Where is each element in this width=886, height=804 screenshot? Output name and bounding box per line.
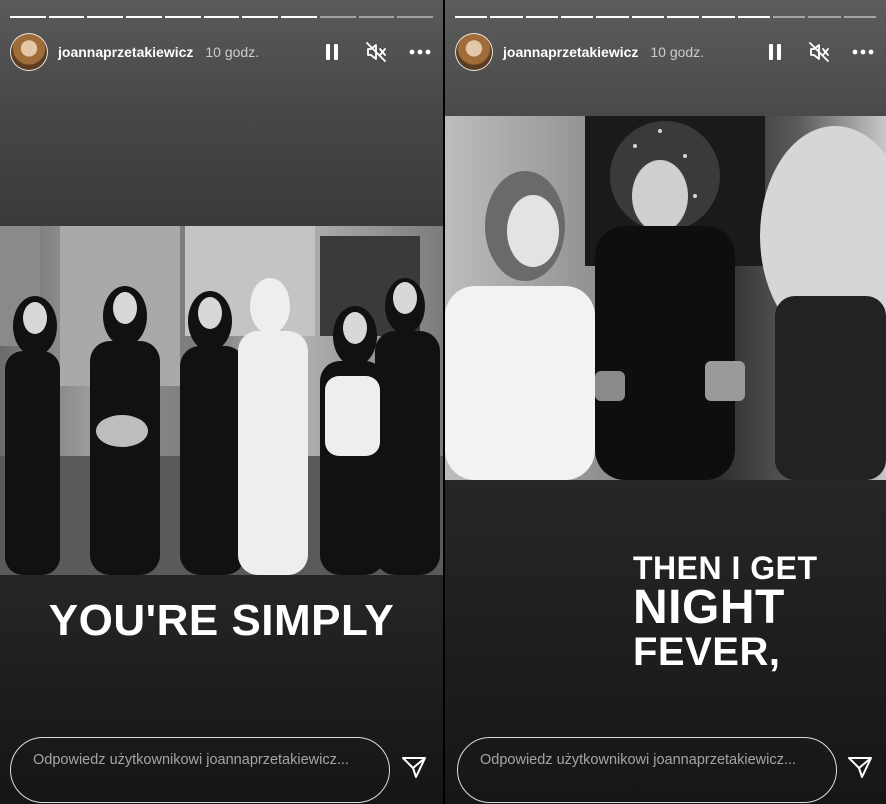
story-progress-bar [455,16,876,18]
story-photo-group [0,226,443,575]
caption-line-2: NIGHT [633,581,785,634]
story-timestamp: 10 godz. [650,44,705,60]
progress-segment [773,16,806,18]
progress-segment [737,16,770,18]
progress-segment [631,16,664,18]
story-progress-bar [10,16,433,18]
story-photo-couple [445,116,886,480]
progress-segment [358,16,395,18]
progress-segment [455,16,488,18]
avatar[interactable] [455,33,493,71]
progress-segment [843,16,876,18]
progress-segment [87,16,124,18]
story-caption: THEN I GET NIGHT FEVER, [633,552,818,672]
progress-segment [48,16,85,18]
progress-segments [455,16,876,18]
progress-segment [397,16,433,18]
pause-icon[interactable] [321,41,343,63]
story-panel-2[interactable]: joannaprzetakiewicz 10 godz. THEN I GET … [445,0,886,804]
progress-segment [561,16,594,18]
progress-segment [525,16,558,18]
story-header: joannaprzetakiewicz 10 godz. [10,32,431,72]
reply-input[interactable]: Odpowiedz użytkownikowi joannaprzetakiew… [457,737,837,803]
username[interactable]: joannaprzetakiewicz [503,44,638,60]
send-icon[interactable] [845,752,875,782]
progress-segment [242,16,279,18]
progress-segment [702,16,735,18]
progress-segment [596,16,629,18]
pause-icon[interactable] [764,41,786,63]
stories-viewer: joannaprzetakiewicz 10 godz. YOU'RE SIMP… [0,0,886,804]
progress-segment [490,16,523,18]
progress-segment [319,16,356,18]
story-panel-1[interactable]: joannaprzetakiewicz 10 godz. YOU'RE SIMP… [0,0,443,804]
more-options-icon[interactable] [852,41,874,63]
progress-segment [10,16,46,18]
more-options-icon[interactable] [409,41,431,63]
progress-segment [203,16,240,18]
story-timestamp: 10 godz. [205,44,260,60]
story-controls [764,41,874,63]
speaker-muted-icon[interactable] [808,41,830,63]
progress-segment [164,16,201,18]
caption-line-1: THEN I GET [633,550,818,586]
username[interactable]: joannaprzetakiewicz [58,44,193,60]
reply-input[interactable]: Odpowiedz użytkownikowi joannaprzetakiew… [10,737,390,803]
send-icon[interactable] [399,752,429,782]
caption-line-3: FEVER, [633,630,781,674]
progress-segment [281,16,317,18]
progress-segment [126,16,162,18]
story-caption: YOU'RE SIMPLY [48,596,395,645]
progress-segment [667,16,700,18]
story-header: joannaprzetakiewicz 10 godz. [455,32,874,72]
speaker-muted-icon[interactable] [365,41,387,63]
avatar[interactable] [10,33,48,71]
story-controls [321,41,431,63]
progress-segments [10,16,433,18]
progress-segment [808,16,841,18]
